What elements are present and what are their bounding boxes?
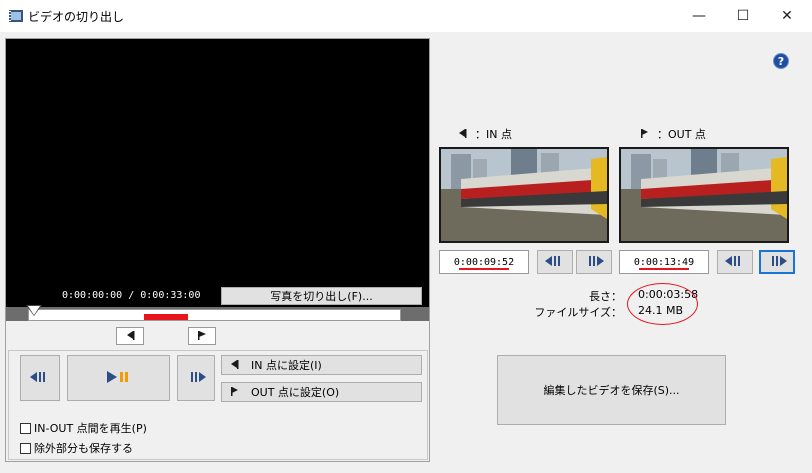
play-pause-icon <box>106 370 131 386</box>
out-point-legend-label: ：OUT 点 <box>657 128 706 141</box>
trim-selection <box>144 314 188 320</box>
film-app-icon <box>8 8 24 24</box>
window-title: ビデオの切り出し <box>28 10 125 24</box>
in-point-legend: ：IN 点 <box>458 126 512 142</box>
out-flag-icon <box>640 128 649 141</box>
length-label: 長さ： <box>589 290 622 303</box>
out-point-legend: ：OUT 点 <box>640 126 706 142</box>
set-out-point-label: OUT 点に設定(O) <box>251 386 340 399</box>
set-in-point-label: IN 点に設定(I) <box>251 359 322 372</box>
out-point-timecode-value: 0:00:13:49 <box>633 256 695 268</box>
out-step-forward-button[interactable] <box>759 250 795 274</box>
out-point-timecode-underline <box>639 268 689 270</box>
step-back-icon <box>725 255 745 269</box>
maximize-button[interactable]: ☐ <box>720 0 766 32</box>
set-in-point-button[interactable]: IN 点に設定(I) <box>221 355 422 375</box>
in-step-back-button[interactable] <box>537 250 573 274</box>
filesize-label: ファイルサイズ： <box>534 306 622 319</box>
in-marker-handle[interactable] <box>116 327 144 345</box>
in-point-legend-label: ：IN 点 <box>475 128 512 141</box>
in-flag-icon <box>458 128 467 141</box>
out-flag-icon <box>230 386 239 399</box>
out-flag-icon <box>197 330 207 343</box>
step-back-button[interactable] <box>20 355 60 401</box>
step-forward-icon <box>584 255 604 269</box>
in-point-timecode[interactable]: 0:00:09:52 <box>439 250 529 274</box>
out-point-thumbnail <box>619 147 789 243</box>
in-flag-icon <box>230 359 239 372</box>
video-preview <box>6 39 429 307</box>
minimize-button[interactable]: — <box>676 0 722 32</box>
save-edited-video-button[interactable]: 編集したビデオを保存(S)... <box>497 355 726 425</box>
playhead[interactable] <box>28 306 40 315</box>
save-excluded-label: 除外部分も保存する <box>34 442 133 455</box>
play-in-out-checkbox[interactable] <box>20 422 31 434</box>
close-button[interactable]: ✕ <box>764 0 810 32</box>
in-point-timecode-underline <box>459 268 509 270</box>
out-step-back-button[interactable] <box>717 250 753 274</box>
step-back-icon <box>30 371 50 385</box>
out-marker-handle[interactable] <box>188 327 216 345</box>
step-forward-icon <box>186 371 206 385</box>
extract-photo-button[interactable]: 写真を切り出し(F)... <box>221 287 422 305</box>
play-pause-button[interactable] <box>67 355 170 401</box>
timeline-bar[interactable] <box>28 309 401 321</box>
set-out-point-button[interactable]: OUT 点に設定(O) <box>221 382 422 402</box>
play-in-out-label: IN-OUT 点間を再生(P) <box>34 422 147 435</box>
play-in-out-option[interactable]: IN-OUT 点間を再生(P) <box>20 420 147 436</box>
in-flag-icon <box>125 330 135 343</box>
marker-bar <box>6 321 429 347</box>
step-forward-button[interactable] <box>177 355 215 401</box>
info-highlight-oval <box>627 283 698 325</box>
in-step-forward-button[interactable] <box>576 250 612 274</box>
save-excluded-option[interactable]: 除外部分も保存する <box>20 440 133 456</box>
save-excluded-checkbox[interactable] <box>20 442 31 454</box>
in-point-thumbnail <box>439 147 609 243</box>
help-icon[interactable]: ? <box>773 53 789 69</box>
playback-timecode: 0:00:00:00 / 0:00:33:00 <box>62 290 201 301</box>
step-back-icon <box>545 255 565 269</box>
step-forward-icon <box>767 255 787 269</box>
out-point-timecode[interactable]: 0:00:13:49 <box>619 250 709 274</box>
in-point-timecode-value: 0:00:09:52 <box>453 256 515 268</box>
